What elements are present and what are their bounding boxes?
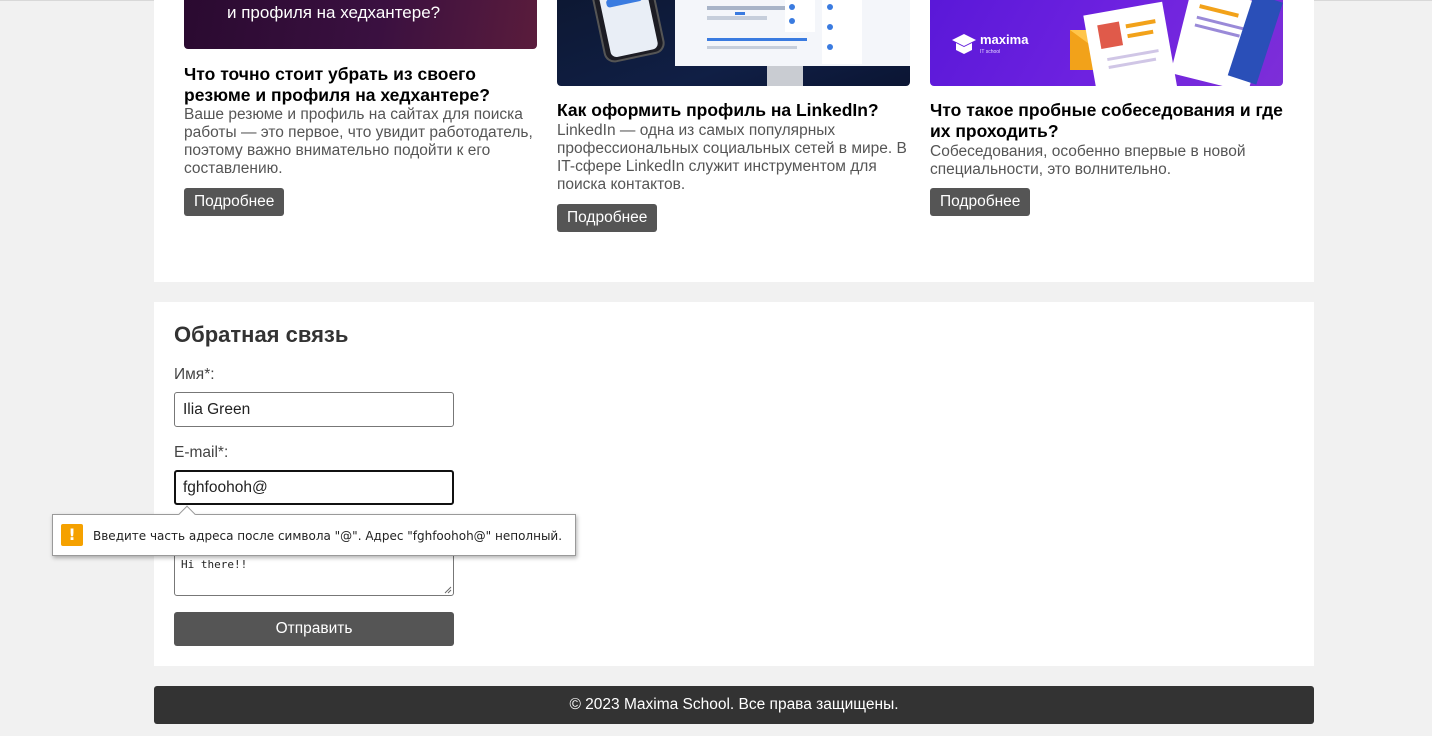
name-label: Имя*:: [174, 366, 215, 383]
email-field[interactable]: fghfoohoh@: [174, 470, 454, 505]
footer: © 2023 Maxima School. Все права защищены…: [154, 686, 1314, 724]
svg-text:IT school: IT school: [980, 49, 1000, 55]
name-field[interactable]: Ilia Green: [174, 392, 454, 427]
read-more-button[interactable]: Подробнее: [184, 188, 285, 216]
article-description: Ваше резюме и профиль на сайтах для поис…: [184, 106, 533, 177]
validation-message: Введите часть адреса после символа "@". …: [93, 529, 563, 543]
warning-icon: !: [61, 524, 83, 546]
article-image-resume[interactable]: и профиля на хедхантере?: [184, 0, 537, 49]
article-title: Что точно стоит убрать из своего резюме …: [184, 64, 490, 105]
read-more-button[interactable]: Подробнее: [557, 204, 658, 232]
resume-documents-illustration: maxima IT school: [952, 0, 1283, 86]
feedback-title: Обратная связь: [174, 322, 349, 347]
copyright-text: © 2023 Maxima School. Все права защищены…: [569, 696, 899, 713]
read-more-button[interactable]: Подробнее: [930, 188, 1031, 216]
message-text: Hi there!!: [181, 558, 248, 571]
resize-grip-icon[interactable]: [444, 586, 452, 594]
email-validation-tooltip: ! Введите часть адреса после символа "@"…: [52, 505, 576, 556]
article-description: Собеседования, особенно впервые в новой …: [930, 143, 1246, 178]
article-image-caption: и профиля на хедхантере?: [227, 3, 441, 22]
maxima-logo: maxima IT school: [952, 32, 1029, 55]
article-title: Как оформить профиль на LinkedIn?: [557, 100, 879, 120]
article-title: Что такое пробные собеседования и где их…: [930, 100, 1283, 141]
article-image-interviews[interactable]: maxima IT school: [930, 0, 1283, 86]
article-description: LinkedIn — одна из самых популярных проф…: [557, 122, 907, 193]
article-image-linkedin[interactable]: [557, 0, 910, 86]
email-label: E-mail*:: [174, 444, 229, 461]
submit-button[interactable]: Отправить: [174, 612, 454, 646]
linkedin-screens-illustration: [589, 0, 910, 86]
svg-text:maxima: maxima: [980, 32, 1029, 47]
